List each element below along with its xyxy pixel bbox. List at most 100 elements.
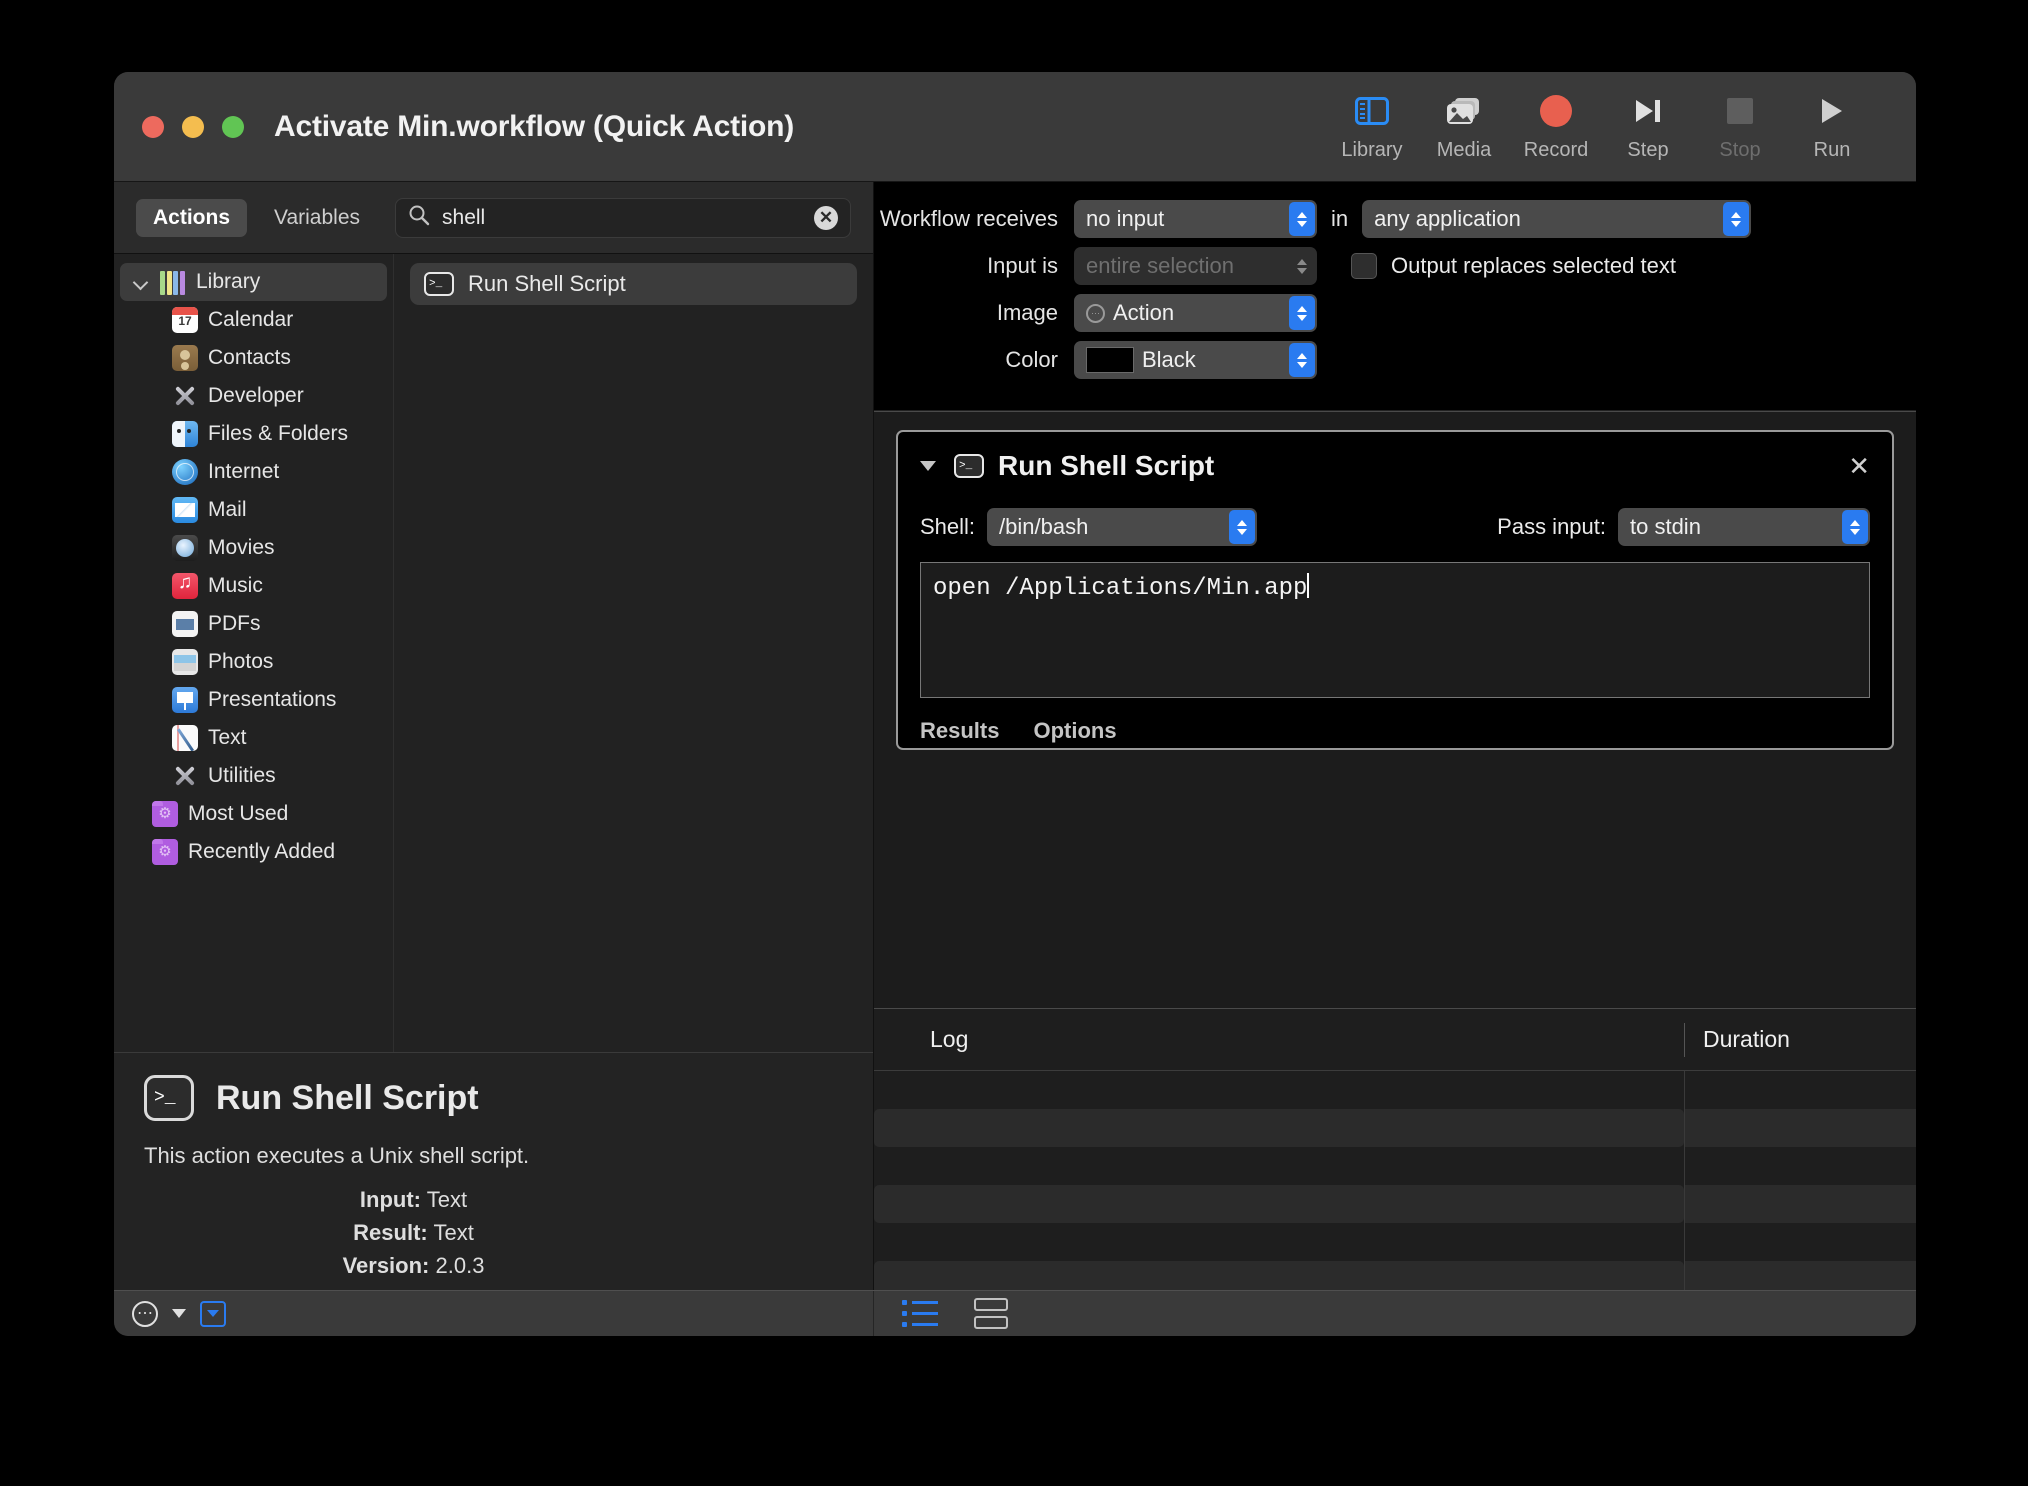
chevron-updown-icon[interactable]: [1289, 296, 1315, 330]
terminal-icon: >_: [424, 272, 454, 296]
category-label: Contacts: [208, 346, 291, 370]
action-badge-icon: ⋯: [1086, 304, 1105, 323]
category-label: Presentations: [208, 688, 336, 712]
chevron-updown-icon[interactable]: [1229, 510, 1255, 544]
cell-duration: [1684, 1109, 1916, 1147]
pass-input-label: Pass input:: [1497, 514, 1606, 540]
chevron-updown-icon[interactable]: [1289, 343, 1315, 377]
workflow-canvas[interactable]: >_ Run Shell Script ✕ Shell: /bin/bash P…: [874, 411, 1916, 1008]
table-row[interactable]: [874, 1261, 1916, 1290]
column-header-log[interactable]: Log: [874, 1026, 1684, 1053]
close-icon[interactable]: ✕: [1848, 453, 1870, 479]
workflow-panel: Workflow receives no input in any applic…: [874, 182, 1916, 1290]
chevron-updown-icon[interactable]: [1289, 249, 1315, 283]
smart-folder-icon: [152, 839, 178, 865]
chevron-updown-icon[interactable]: [1723, 202, 1749, 236]
toolbar-media-button[interactable]: Media: [1418, 84, 1510, 162]
category-item-calendar[interactable]: Calendar: [120, 301, 387, 339]
script-editor[interactable]: open /Applications/Min.app: [920, 562, 1870, 698]
split-view-icon[interactable]: [974, 1298, 1008, 1329]
action-label: Run Shell Script: [468, 271, 626, 297]
quicktime-icon: [172, 535, 198, 561]
action-card-header: >_ Run Shell Script ✕: [920, 450, 1870, 482]
workflow-receives-label: Workflow receives: [874, 206, 1074, 232]
column-header-duration[interactable]: Duration: [1684, 1023, 1916, 1057]
category-item-library[interactable]: Library: [120, 263, 387, 301]
description-summary: This action executes a Unix shell script…: [144, 1143, 843, 1169]
category-item-contacts[interactable]: Contacts: [120, 339, 387, 377]
chevron-down-icon[interactable]: [134, 274, 150, 290]
log-panel: Log Duration: [874, 1008, 1916, 1290]
developer-tools-icon: [172, 383, 198, 409]
table-row[interactable]: [874, 1185, 1916, 1223]
category-item-music[interactable]: Music: [120, 567, 387, 605]
tab-actions[interactable]: Actions: [136, 199, 247, 237]
step-icon: [1633, 92, 1663, 130]
category-item-internet[interactable]: Internet: [120, 453, 387, 491]
checkbox-blue-icon[interactable]: [200, 1301, 226, 1327]
input-is-select[interactable]: entire selection: [1074, 247, 1317, 285]
toolbar-stop-button[interactable]: Stop: [1694, 84, 1786, 162]
list-item[interactable]: >_ Run Shell Script: [410, 263, 857, 305]
category-item-presentations[interactable]: Presentations: [120, 681, 387, 719]
toolbar-run-label: Run: [1814, 139, 1851, 162]
close-button[interactable]: [142, 116, 164, 138]
category-item-files-folders[interactable]: Files & Folders: [120, 415, 387, 453]
input-is-label: Input is: [874, 253, 1074, 279]
pass-input-value: to stdin: [1630, 514, 1701, 540]
output-replaces-label: Output replaces selected text: [1391, 253, 1676, 279]
tab-variables[interactable]: Variables: [257, 199, 377, 237]
workflow-application-select[interactable]: any application: [1362, 200, 1751, 238]
field-label: Result:: [353, 1220, 428, 1245]
chevron-down-icon[interactable]: [172, 1309, 186, 1318]
category-label: Recently Added: [188, 840, 335, 864]
category-item-pdfs[interactable]: PDFs: [120, 605, 387, 643]
list-view-icon[interactable]: [902, 1300, 938, 1327]
minimize-button[interactable]: [182, 116, 204, 138]
toolbar-run-button[interactable]: Run: [1786, 84, 1878, 162]
chevron-down-icon[interactable]: [920, 461, 936, 471]
action-card-tabs: Results Options: [920, 718, 1870, 744]
table-row[interactable]: [874, 1109, 1916, 1147]
category-item-mail[interactable]: Mail: [120, 491, 387, 529]
shell-label: Shell:: [920, 514, 975, 540]
field-value: Text: [427, 1187, 467, 1212]
chevron-updown-icon[interactable]: [1842, 510, 1868, 544]
category-item-movies[interactable]: Movies: [120, 529, 387, 567]
tab-results[interactable]: Results: [920, 718, 999, 744]
script-text[interactable]: open /Applications/Min.app: [933, 575, 1307, 602]
category-item-utilities[interactable]: Utilities: [120, 757, 387, 795]
workflow-receives-select[interactable]: no input: [1074, 200, 1317, 238]
search-field[interactable]: shell ✕: [395, 198, 851, 238]
category-item-photos[interactable]: Photos: [120, 643, 387, 681]
search-input-value[interactable]: shell: [442, 206, 802, 230]
category-item-developer[interactable]: Developer: [120, 377, 387, 415]
image-select[interactable]: ⋯ Action: [1074, 294, 1317, 332]
category-label: Calendar: [208, 308, 293, 332]
toolbar-library-button[interactable]: Library: [1326, 84, 1418, 162]
category-item-text[interactable]: Text: [120, 719, 387, 757]
action-card-run-shell-script[interactable]: >_ Run Shell Script ✕ Shell: /bin/bash P…: [896, 430, 1894, 750]
color-row: Color Black: [874, 341, 1916, 379]
toolbar-record-button[interactable]: Record: [1510, 84, 1602, 162]
cell-log: [874, 1109, 1684, 1147]
clear-icon[interactable]: ✕: [814, 206, 838, 230]
description-title: Run Shell Script: [216, 1079, 479, 1118]
pass-input-select[interactable]: to stdin: [1618, 508, 1870, 546]
action-card-title: Run Shell Script: [998, 450, 1214, 482]
log-table-body[interactable]: [874, 1071, 1916, 1290]
tab-options[interactable]: Options: [1033, 718, 1116, 744]
zoom-button[interactable]: [222, 116, 244, 138]
chevron-updown-icon[interactable]: [1289, 202, 1315, 236]
color-select[interactable]: Black: [1074, 341, 1317, 379]
toolbar-step-button[interactable]: Step: [1602, 84, 1694, 162]
action-results-list: >_ Run Shell Script: [394, 254, 873, 1052]
shell-select[interactable]: /bin/bash: [987, 508, 1257, 546]
comment-icon[interactable]: ⋯: [132, 1301, 158, 1327]
library-header: Actions Variables shell ✕: [114, 182, 873, 254]
finder-icon: [172, 421, 198, 447]
output-replaces-checkbox[interactable]: [1351, 253, 1377, 279]
category-item-most-used[interactable]: Most Used: [120, 795, 387, 833]
mail-icon: [172, 497, 198, 523]
category-item-recently-added[interactable]: Recently Added: [120, 833, 387, 871]
